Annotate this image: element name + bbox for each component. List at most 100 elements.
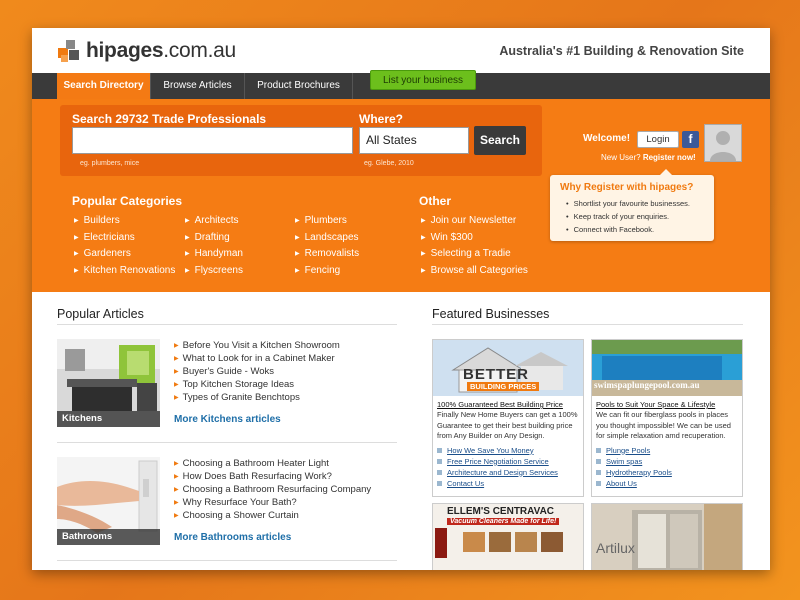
search-panel: Search 29732 Trade Professionals eg. plu… xyxy=(60,105,542,176)
arrow-right-icon: ▶ xyxy=(185,218,190,224)
article-link[interactable]: ▶ Choosing a Bathroom Resurfacing Company xyxy=(174,483,371,496)
category-link[interactable]: ▶ Architects xyxy=(185,213,243,230)
search-hero: Search 29732 Trade Professionals eg. plu… xyxy=(32,99,770,292)
category-link[interactable]: ▶ Gardeners xyxy=(74,246,175,263)
arrow-right-icon: ▶ xyxy=(421,251,426,257)
swimspa-banner-text: swimspaplungepool.com.au xyxy=(594,380,700,390)
tab-browse-articles[interactable]: Browse Articles xyxy=(151,73,245,99)
logo-domain: .com.au xyxy=(163,39,236,62)
other-link[interactable]: ▶ Win $300 xyxy=(421,230,528,247)
category-link[interactable]: ▶ Handyman xyxy=(185,246,243,263)
list-business-button[interactable]: List your business xyxy=(370,70,476,90)
category-link[interactable]: ▶ Landscapes xyxy=(295,230,359,247)
arrow-right-icon: ▶ xyxy=(174,513,179,519)
arrow-right-icon: ▶ xyxy=(74,234,79,241)
new-user-line: New User? Register now! xyxy=(601,153,696,162)
category-link[interactable]: ▶ Electricians xyxy=(74,230,175,247)
category-link[interactable]: ▶ Kitchen Renovations xyxy=(74,263,175,280)
business-link[interactable]: Architecture and Design Services xyxy=(437,467,579,478)
other-link[interactable]: ▶ Browse all Categories xyxy=(421,263,528,280)
divider xyxy=(57,442,397,443)
business-card-better-building-prices[interactable]: BETTER BUILDING PRICES 100% Guaranteed B… xyxy=(432,339,584,497)
category-link[interactable]: ▶ Fencing xyxy=(295,263,359,280)
logo-mark-icon xyxy=(58,40,82,62)
category-link[interactable]: ▶ Drafting xyxy=(185,230,243,247)
search-button[interactable]: Search xyxy=(474,126,526,155)
kitchens-image[interactable]: Kitchens xyxy=(57,339,160,427)
business-headline[interactable]: 100% Guaranteed Best Building Price xyxy=(433,400,583,409)
avatar[interactable] xyxy=(704,124,742,162)
business-card-ellems-centravac[interactable]: ELLEM'S CENTRAVAC Vacuum Cleaners Made f… xyxy=(432,503,584,570)
business-link[interactable]: Free Price Negotiation Service xyxy=(437,456,579,467)
arrow-right-icon: ▶ xyxy=(174,395,179,401)
other-link[interactable]: ▶ Join our Newsletter xyxy=(421,213,528,230)
business-link[interactable]: Swim spas xyxy=(596,456,738,467)
facebook-icon[interactable]: f xyxy=(682,131,699,148)
bathrooms-image[interactable]: Bathrooms xyxy=(57,457,160,545)
login-button[interactable]: Login xyxy=(637,131,679,148)
arrow-right-icon: ▶ xyxy=(174,382,179,388)
better-building-logo[interactable]: BETTER BUILDING PRICES xyxy=(433,340,583,396)
article-link[interactable]: ▶ Why Resurface Your Bath? xyxy=(174,496,371,509)
where-hint: eg. Glebe, 2010 xyxy=(364,160,414,167)
page: hipages.com.au Australia's #1 Building &… xyxy=(32,28,770,570)
business-card-swimspa[interactable]: swimspaplungepool.com.au Pools to Suit Y… xyxy=(591,339,743,497)
state-select[interactable]: All States xyxy=(359,127,469,154)
business-card-artilux[interactable]: Artilux xyxy=(591,503,743,570)
kitchens-article-links: ▶ Before You Visit a Kitchen Showroom ▶ Wh… xyxy=(174,339,340,404)
article-link[interactable]: ▶ Before You Visit a Kitchen Showroom xyxy=(174,339,340,352)
business-link[interactable]: Plunge Pools xyxy=(596,445,738,456)
arrow-right-icon: ▶ xyxy=(74,267,79,274)
business-link[interactable]: About Us xyxy=(596,478,738,489)
arrow-right-icon: ▶ xyxy=(421,234,426,241)
article-link[interactable]: ▶ What to Look for in a Cabinet Maker xyxy=(174,352,340,365)
arrow-right-icon: ▶ xyxy=(185,251,190,257)
featured-businesses-title: Featured Businesses xyxy=(432,307,550,321)
article-link[interactable]: ▶ How Does Bath Resurfacing Work? xyxy=(174,470,371,483)
article-link[interactable]: ▶ Buyer's Guide - Woks xyxy=(174,365,340,378)
category-link[interactable]: ▶ Builders xyxy=(74,213,175,230)
business-link[interactable]: Contact Us xyxy=(437,478,579,489)
more-bathrooms-link[interactable]: More Bathrooms articles xyxy=(174,532,291,543)
business-link[interactable]: How We Save You Money xyxy=(437,445,579,456)
category-link[interactable]: ▶ Plumbers xyxy=(295,213,359,230)
arrow-right-icon: ▶ xyxy=(185,267,190,274)
business-links: Plunge Pools Swim spas Hydrotherapy Pool… xyxy=(592,442,742,489)
article-link[interactable]: ▶ Choosing a Bathroom Heater Light xyxy=(174,457,371,470)
arrow-right-icon: ▶ xyxy=(74,218,79,224)
register-link[interactable]: Register now! xyxy=(643,153,696,162)
article-link[interactable]: ▶ Choosing a Shower Curtain xyxy=(174,509,371,522)
centravac-image[interactable]: ELLEM'S CENTRAVAC Vacuum Cleaners Made f… xyxy=(433,504,583,570)
logo-brand: hipages xyxy=(86,39,164,62)
arrow-right-icon: ▶ xyxy=(185,234,190,241)
vacuum-photo xyxy=(435,528,563,558)
category-link[interactable]: ▶ Flyscreens xyxy=(185,263,243,280)
bathrooms-article-links: ▶ Choosing a Bathroom Heater Light ▶ How D… xyxy=(174,457,371,522)
arrow-right-icon: ▶ xyxy=(174,461,179,467)
tab-product-brochures[interactable]: Product Brochures xyxy=(245,73,353,99)
artilux-image[interactable]: Artilux xyxy=(592,504,742,570)
search-input[interactable] xyxy=(72,127,353,154)
tab-search-directory[interactable]: Search Directory xyxy=(57,73,151,99)
why-register-item: Connect with Facebook. xyxy=(566,223,690,236)
swimspa-image[interactable]: swimspaplungepool.com.au xyxy=(592,340,742,396)
divider xyxy=(57,324,397,325)
business-description: Finally New Home Buyers can get a 100% G… xyxy=(437,410,578,440)
arrow-right-icon: ▶ xyxy=(295,234,300,241)
article-link[interactable]: ▶ Types of Granite Benchtops xyxy=(174,391,340,404)
popular-articles-title: Popular Articles xyxy=(57,307,144,321)
arrow-right-icon: ▶ xyxy=(295,218,300,224)
category-link[interactable]: ▶ Removalists xyxy=(295,246,359,263)
other-link[interactable]: ▶ Selecting a Tradie xyxy=(421,246,528,263)
where-label: Where? xyxy=(359,112,404,126)
business-headline[interactable]: Pools to Suit Your Space & Lifestyle xyxy=(592,400,742,409)
better-logo-text: BETTER xyxy=(463,366,529,383)
category-column-3: ▶ Plumbers ▶ Landscapes ▶ Removalists ▶ Fenc… xyxy=(295,213,359,279)
more-kitchens-link[interactable]: More Kitchens articles xyxy=(174,414,281,425)
article-link[interactable]: ▶ Top Kitchen Storage Ideas xyxy=(174,378,340,391)
door-photo xyxy=(592,504,742,570)
logo[interactable]: hipages.com.au xyxy=(58,39,236,63)
business-link[interactable]: Hydrotherapy Pools xyxy=(596,467,738,478)
other-links: ▶ Join our Newsletter ▶ Win $300 ▶ Selectin… xyxy=(421,213,528,279)
search-hint: eg. plumbers, mice xyxy=(80,160,140,167)
